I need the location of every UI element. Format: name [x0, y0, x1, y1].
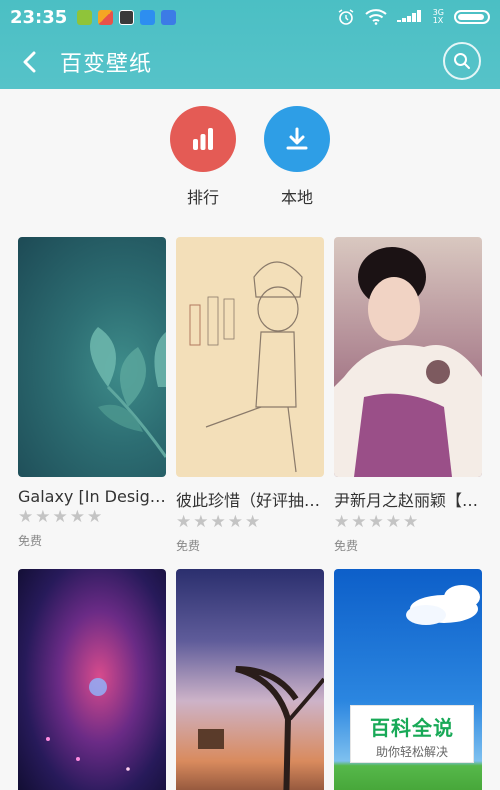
watermark-logo: 百科全说 助你轻松解决	[350, 705, 474, 763]
notification-icons	[77, 9, 177, 25]
wallpaper-name: Galaxy [In Design]	[18, 487, 166, 506]
wallpaper-card[interactable]	[18, 569, 166, 790]
wallpaper-price: 免费	[334, 539, 359, 553]
network-type: 3G 1X	[433, 9, 444, 25]
search-icon	[454, 53, 470, 69]
app-notification-icon	[77, 9, 93, 25]
status-bar: 23:35 3G 1X	[0, 0, 500, 34]
app-notification-icon	[98, 9, 114, 25]
rating-stars: ★★★★★	[18, 507, 105, 527]
app-notification-icon	[140, 9, 156, 25]
bar-chart-icon	[193, 128, 213, 150]
sketch-girl-illustration	[189, 261, 303, 473]
wallpaper-card[interactable]: 彼此珍惜（好评抽… ★★★★★ 免费	[176, 237, 324, 554]
portrait-photo	[334, 247, 482, 477]
rating-stars: ★★★★★	[334, 512, 421, 532]
app-notification-icon	[119, 9, 135, 25]
rating-stars: ★★★★★	[176, 512, 263, 532]
wallpaper-thumbnail[interactable]	[18, 237, 166, 477]
wallpaper-thumbnail[interactable]	[18, 569, 166, 790]
wallpaper-card[interactable]: 尹新月之赵丽颖【… ★★★★★ 免费	[334, 237, 482, 554]
wallpaper-card[interactable]: Galaxy [In Design] ★★★★★ 免费	[18, 237, 166, 549]
ranking-button[interactable]: 排行	[168, 106, 238, 208]
wallpaper-name: 彼此珍惜（好评抽…	[176, 491, 321, 510]
local-circle[interactable]	[264, 106, 330, 172]
leaf-illustration	[90, 327, 166, 458]
ranking-circle[interactable]	[170, 106, 236, 172]
wifi-icon	[365, 9, 387, 25]
wallpaper-thumbnail[interactable]	[176, 569, 324, 790]
local-button[interactable]: 本地	[262, 106, 332, 208]
top-bar: 23:35 3G 1X 百变壁纸	[0, 0, 500, 89]
battery-icon	[454, 10, 490, 24]
status-time: 23:35	[10, 6, 68, 28]
galaxy-illustration	[46, 678, 130, 771]
wallpaper-name: 尹新月之赵丽颖【…	[334, 491, 479, 510]
download-icon	[286, 127, 308, 150]
app-header: 百变壁纸	[0, 34, 500, 89]
back-button[interactable]	[0, 34, 60, 89]
wallpaper-price: 免费	[18, 534, 43, 548]
search-button[interactable]	[443, 42, 481, 80]
signal-icon	[396, 10, 421, 22]
watermark-title: 百科全说	[370, 716, 454, 740]
wallpaper-card[interactable]	[176, 569, 324, 790]
wallpaper-price: 免费	[176, 539, 201, 553]
quick-actions: 排行 本地	[0, 106, 500, 216]
alarm-icon	[338, 9, 354, 25]
local-label: 本地	[280, 188, 313, 207]
wallpaper-thumbnail[interactable]	[334, 237, 482, 477]
network-type-bottom: 1X	[432, 16, 444, 25]
page-title: 百变壁纸	[60, 51, 153, 77]
ranking-label: 排行	[186, 188, 219, 207]
watermark-subtitle: 助你轻松解决	[375, 745, 448, 759]
app-notification-icon	[161, 9, 177, 25]
chevron-left-icon	[23, 51, 36, 72]
wallpaper-thumbnail[interactable]	[176, 237, 324, 477]
tree-illustration	[198, 666, 324, 790]
